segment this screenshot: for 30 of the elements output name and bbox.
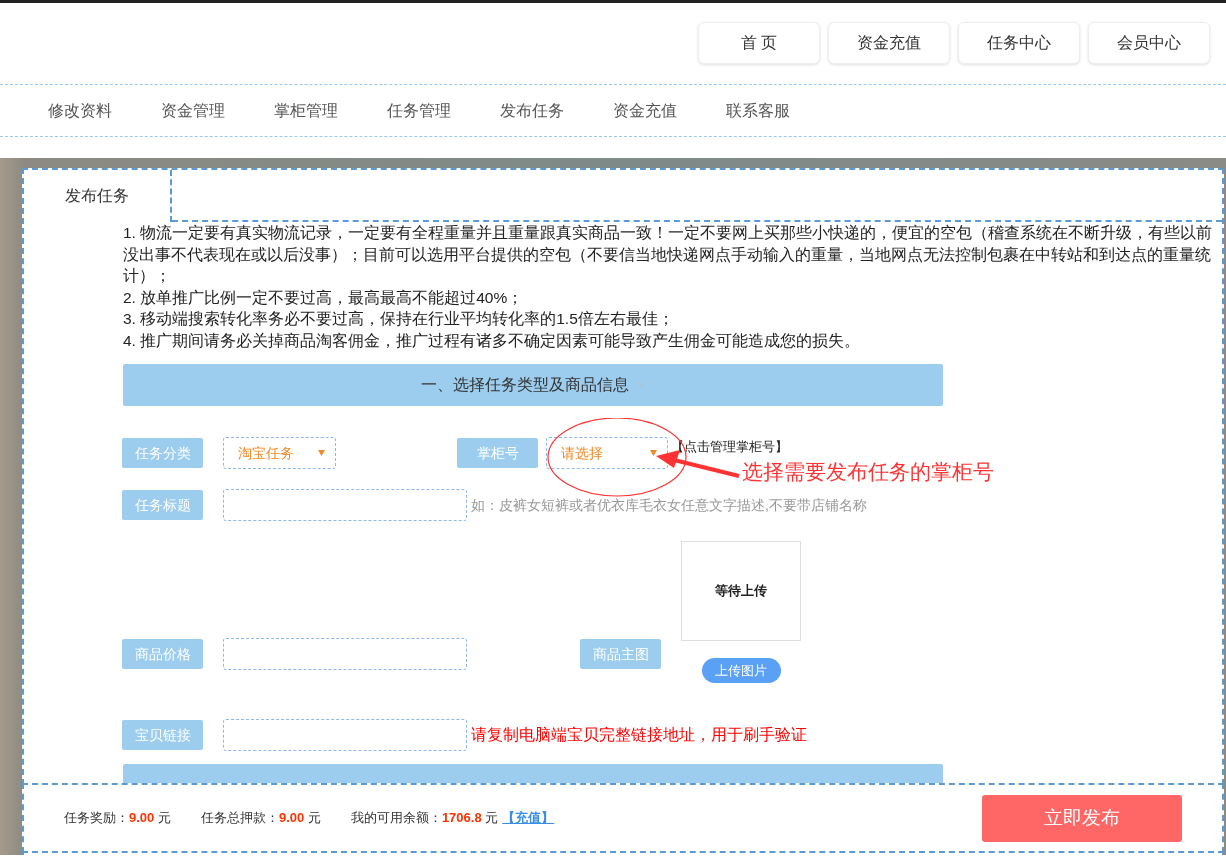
nav-link[interactable]: 修改资料: [48, 98, 161, 123]
nav-button[interactable]: 资金充值: [828, 22, 950, 64]
manage-link[interactable]: 【点击管理掌柜号】: [671, 437, 788, 457]
notice-text: 4. 推广期间请务必关掉商品淘客佣金，推广过程有诸多不确定因素可能导致产生佣金可能造成您的损失。: [123, 330, 862, 351]
field-label: 任务分类: [122, 438, 203, 468]
hint-text: 请复制电脑端宝贝完整链接地址，用于刷手验证: [471, 725, 807, 745]
nav-link[interactable]: 资金管理: [161, 98, 274, 123]
nav-link[interactable]: 任务管理: [387, 98, 500, 123]
notice-text: 2. 放单推广比例一定不要过高，最高最高不能超过40%；: [123, 287, 525, 308]
nav-button[interactable]: 任务中心: [958, 22, 1080, 64]
section-header[interactable]: 一、选择任务类型及商品信息: [123, 364, 943, 406]
nav-link[interactable]: 掌柜管理: [274, 98, 387, 123]
nav-link[interactable]: 发布任务: [500, 98, 613, 123]
notice-text: 1. 物流一定要有真实物流记录，一定要有全程重量并且重量跟真实商品一致！一定不要网上买那些小快递的，便宜的空包（稽查系统在不断升级，有些以前没出事不代表现在或以后没事）；目前可以选用平台提供的空包（不要信当地快递网点手动输入的重量，当地网点无法控制包裹在中转站和到达点的重量统计）；: [123, 223, 1214, 286]
field-label: 商品主图: [580, 639, 661, 669]
nav-link[interactable]: 联系客服: [726, 98, 839, 123]
summary-text: 任务奖励：9.00 元: [64, 809, 171, 828]
image-upload-field[interactable]: 等待上传: [681, 541, 801, 641]
nav-button[interactable]: 首 页: [698, 22, 820, 64]
field-label: 商品价格: [122, 639, 203, 669]
field-label: 掌柜号: [457, 438, 538, 468]
hint-text: 如：皮裤女短裤或者优衣库毛衣女任意文字描述,不要带店铺名称: [471, 495, 867, 515]
field-label: 宝贝链接: [122, 720, 203, 750]
nav-button[interactable]: 会员中心: [1088, 22, 1210, 64]
notice-text: 3. 移动端搜索转化率务必不要过高，保持在行业平均转化率的1.5倍左右最佳；: [123, 309, 675, 329]
summary-text: 任务总押款：9.00 元: [200, 809, 321, 828]
field-label: 任务标题: [122, 490, 203, 520]
nav-link[interactable]: 资金充值: [613, 98, 726, 123]
annotation-text: 选择需要发布任务的掌柜号: [742, 459, 994, 486]
summary-text: 我的可用余额：1706.8 元: [350, 809, 499, 828]
